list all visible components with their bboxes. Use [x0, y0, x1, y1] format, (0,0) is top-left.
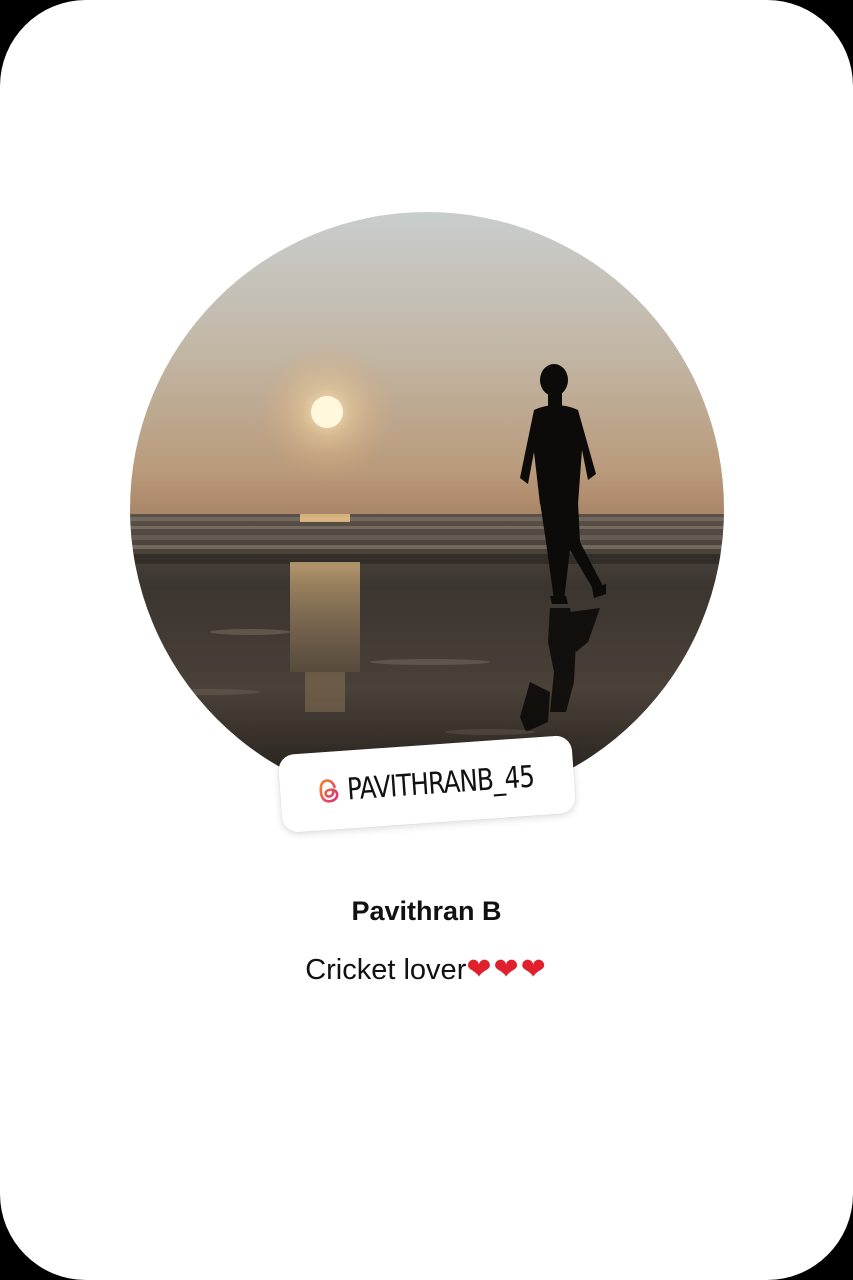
bio-text: Cricket lover: [305, 954, 467, 986]
profile-photo: [130, 212, 724, 806]
profile-card: PAVITHRANB_45 Pavithran B Cricket lover❤…: [0, 0, 853, 1280]
username-handle: PAVITHRANB_45: [345, 759, 536, 808]
threads-icon: [316, 776, 342, 806]
display-name: Pavithran B: [351, 896, 502, 926]
bio: Cricket lover❤❤❤: [0, 952, 853, 987]
heart-emoji-icon: ❤❤❤: [466, 952, 548, 987]
